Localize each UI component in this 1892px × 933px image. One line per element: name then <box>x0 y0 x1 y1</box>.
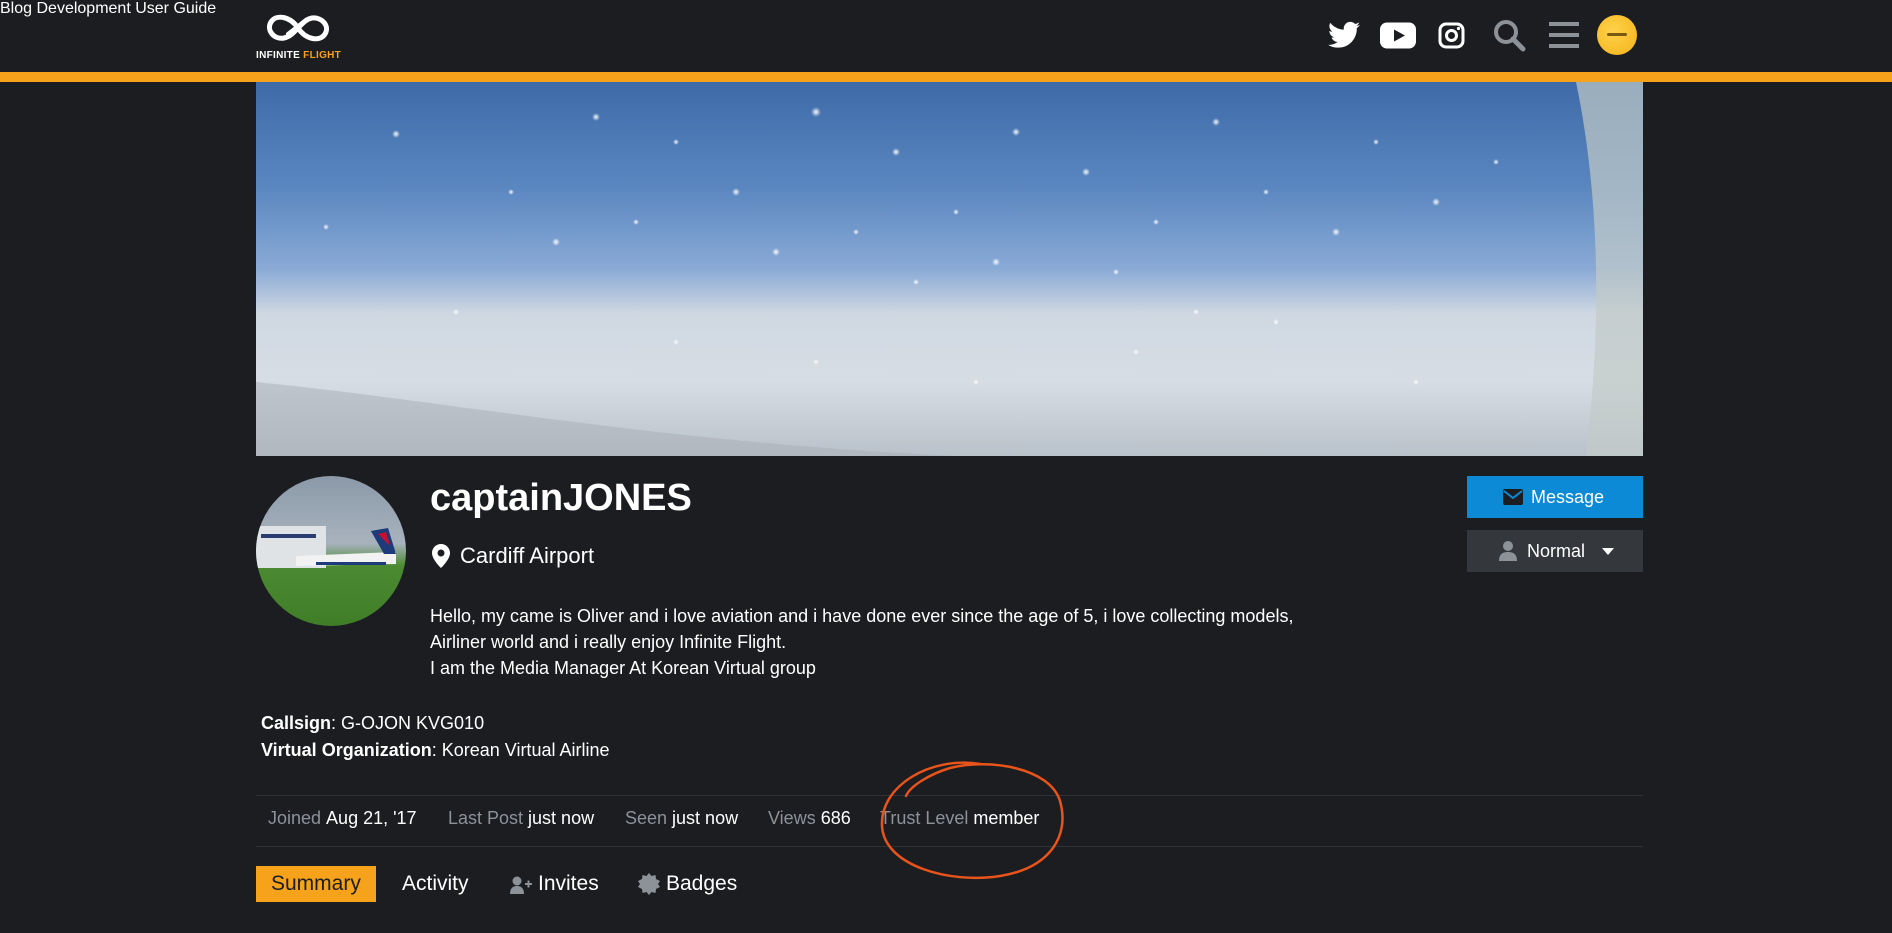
profile-avatar[interactable] <box>256 476 406 626</box>
notification-level-dropdown[interactable]: Normal <box>1467 530 1643 572</box>
infinite-flight-logo[interactable]: INFINITE FLIGHT <box>256 8 346 62</box>
nav-user-guide[interactable]: User Guide <box>135 0 216 17</box>
instagram-icon[interactable] <box>1438 22 1465 49</box>
header-accent-bar <box>0 72 1892 82</box>
bio-line: Airliner world and i really enjoy Infini… <box>430 632 787 652</box>
stat-seen: Seen just now <box>625 808 739 828</box>
badge-icon <box>638 873 660 895</box>
tab-activity[interactable]: Activity <box>402 866 469 902</box>
tab-invites-label: Invites <box>538 872 599 895</box>
user-fields: Callsign: G-OJON KVG010 Virtual Organiza… <box>261 710 609 764</box>
location-text: Cardiff Airport <box>460 543 595 568</box>
search-icon[interactable] <box>1492 18 1526 52</box>
virtual-organization-field: Virtual Organization: Korean Virtual Air… <box>261 740 610 760</box>
logo-wordmark: INFINITE FLIGHT <box>256 50 342 61</box>
message-button-label: Message <box>1531 487 1605 507</box>
notification-level-label: Normal <box>1527 541 1586 561</box>
hamburger-menu-icon[interactable] <box>1549 21 1579 49</box>
tab-summary[interactable]: Summary <box>256 866 376 902</box>
nav-development[interactable]: Development <box>36 0 130 17</box>
tab-badges[interactable]: Badges <box>638 866 737 902</box>
stat-trust-level: Trust Level member <box>880 808 1040 828</box>
envelope-icon <box>1503 489 1523 505</box>
caret-down-icon <box>1602 548 1614 555</box>
stat-last-post: Last Post just now <box>448 808 595 828</box>
profile-username: captainJONES <box>430 477 692 519</box>
nav-blog[interactable]: Blog <box>0 0 32 17</box>
profile-bio: Hello, my came is Oliver and i love avia… <box>430 603 1330 681</box>
tab-badges-label: Badges <box>666 872 738 895</box>
map-pin-icon <box>432 544 450 568</box>
tab-invites[interactable]: Invites <box>510 866 599 902</box>
profile-background-image <box>256 82 1643 456</box>
callsign-field: Callsign: G-OJON KVG010 <box>261 713 485 733</box>
stats-divider <box>256 846 1643 847</box>
user-avatar[interactable] <box>1597 15 1637 55</box>
site-header: INFINITE FLIGHT Blog Development User Gu… <box>0 0 1892 72</box>
stat-joined: Joined Aug 21, '17 <box>268 808 417 828</box>
twitter-icon[interactable] <box>1328 21 1360 49</box>
infinity-logo-icon <box>267 14 329 42</box>
bio-line: I am the Media Manager At Korean Virtual… <box>430 658 816 678</box>
user-plus-icon <box>510 876 532 894</box>
stat-views: Views 686 <box>768 808 851 828</box>
stats-divider <box>256 795 1643 796</box>
youtube-icon[interactable] <box>1380 22 1416 49</box>
user-icon <box>1499 541 1517 561</box>
bio-line: Hello, my came is Oliver and i love avia… <box>430 606 1294 626</box>
message-button[interactable]: Message <box>1467 476 1643 518</box>
